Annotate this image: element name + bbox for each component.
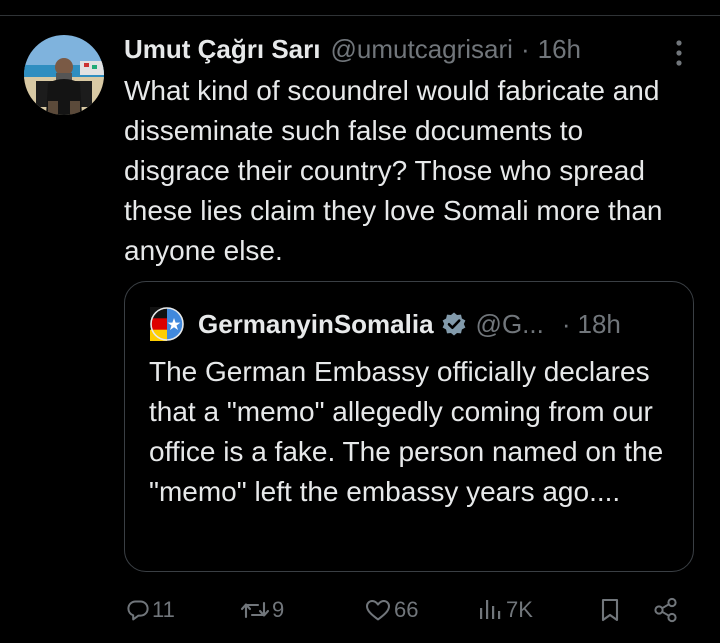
author-handle[interactable]: @umutcagrisari [331, 34, 513, 65]
tweet-header: Umut Çağrı Sarı @umutcagrisari · 16h [124, 30, 581, 68]
repost-button[interactable]: 9 [240, 592, 284, 628]
like-button[interactable]: 66 [364, 592, 418, 628]
header-separator: · [520, 33, 530, 64]
tweet-time[interactable]: 16h [538, 34, 581, 65]
quote-header: GermanyinSomalia @G... · 18h [150, 306, 621, 342]
views-count: 7K [506, 597, 533, 622]
reply-button[interactable]: 11 [126, 592, 175, 628]
share-button[interactable] [652, 592, 680, 628]
heart-icon [366, 600, 390, 621]
repost-icon [240, 601, 270, 619]
bookmark-icon [601, 598, 619, 622]
tweet-text: What kind of scoundrel would fabricate a… [124, 75, 663, 266]
tweet-actions-bar: 11 9 66 7K [124, 592, 694, 628]
top-divider [0, 15, 720, 16]
author-name[interactable]: Umut Çağrı Sarı [124, 34, 321, 65]
germany-somalia-flag-avatar[interactable] [150, 307, 184, 341]
views-button[interactable]: 7K [478, 592, 533, 628]
reply-icon [127, 600, 149, 621]
repost-count: 9 [272, 597, 285, 622]
like-count: 66 [394, 597, 419, 622]
verified-badge-icon [441, 311, 467, 337]
quote-time[interactable]: 18h [578, 309, 621, 340]
views-chart-icon [480, 600, 501, 619]
bookmark-button[interactable] [598, 592, 622, 628]
more-vertical-icon [676, 40, 682, 66]
quote-header-separator: · [561, 308, 571, 339]
quote-text: The German Embassy officially declares t… [149, 356, 664, 507]
author-avatar[interactable] [24, 35, 104, 115]
quote-author-name[interactable]: GermanyinSomalia [198, 309, 434, 340]
quote-author-handle[interactable]: @G... [476, 309, 544, 340]
more-options-button[interactable] [668, 36, 690, 70]
quoted-tweet-card[interactable]: GermanyinSomalia @G... · 18h The German … [124, 281, 694, 572]
reply-count: 11 [152, 597, 175, 622]
share-icon [654, 597, 677, 623]
